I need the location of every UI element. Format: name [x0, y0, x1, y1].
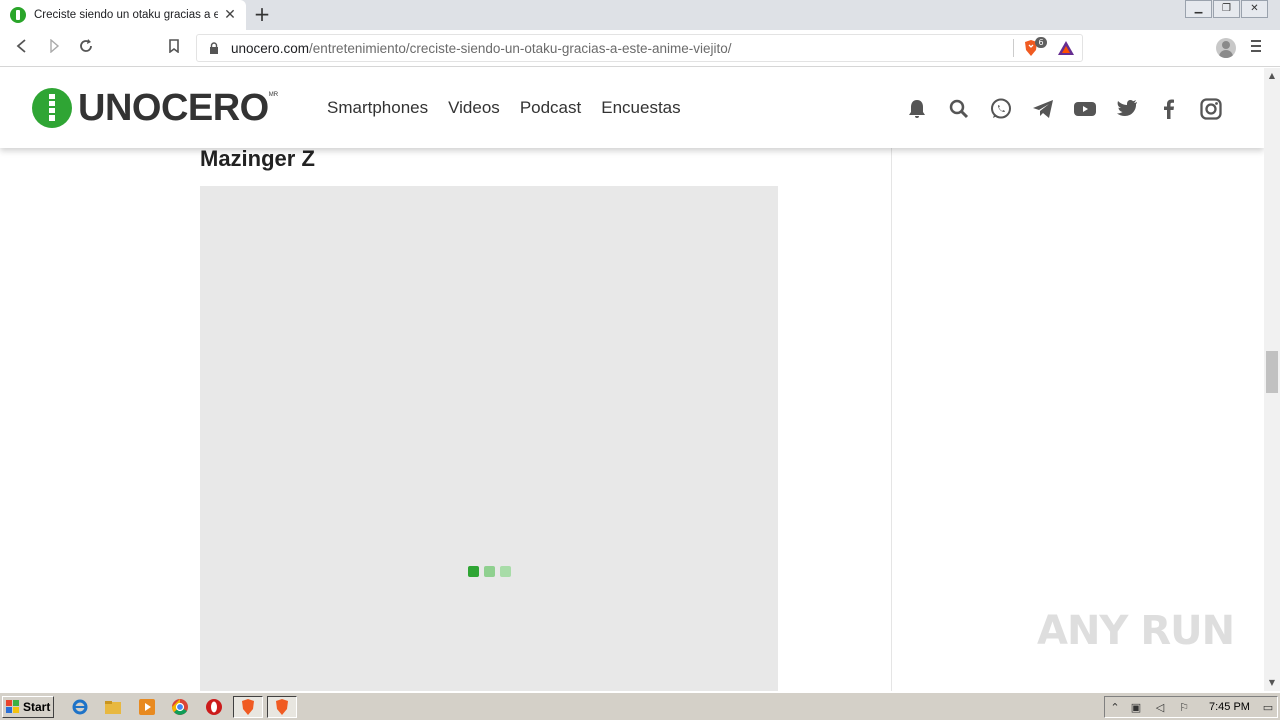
internet-explorer-icon[interactable] [71, 698, 89, 716]
unocero-logo[interactable]: UNOCERO MR [32, 88, 278, 128]
action-center-flag-icon[interactable]: ⚐ [1177, 701, 1191, 715]
close-window-icon[interactable]: ✕ [1241, 0, 1268, 18]
browser-menu-icon[interactable] [1251, 40, 1263, 54]
forward-icon[interactable] [44, 38, 64, 58]
windows-taskbar: Start ⌃ ▣ ◁ ⚐ 7:45 PM ▭ [0, 692, 1280, 720]
start-button[interactable]: Start [2, 696, 54, 718]
page-viewport: UNOCERO MR Smartphones Videos Podcast En… [0, 68, 1264, 691]
site-header: UNOCERO MR Smartphones Videos Podcast En… [0, 68, 1264, 148]
scrollbar-thumb[interactable] [1266, 351, 1278, 393]
brave-rewards-icon[interactable] [1057, 40, 1075, 56]
brave-icon [242, 699, 254, 715]
youtube-icon[interactable] [1072, 96, 1098, 122]
system-tray: ⌃ ▣ ◁ ⚐ 7:45 PM ▭ [1104, 696, 1278, 718]
chrome-icon[interactable] [171, 698, 189, 716]
loader-dot [484, 566, 495, 577]
start-label: Start [23, 700, 51, 714]
shield-count-badge: 6 [1035, 37, 1047, 48]
tab-title: Creciste siendo un otaku gracias a este … [34, 9, 218, 21]
nav-smartphones[interactable]: Smartphones [327, 98, 428, 118]
unocero-logo-icon [32, 88, 72, 128]
url-text: unocero.com/entretenimiento/creciste-sie… [231, 41, 731, 56]
windows-flag-icon [6, 700, 20, 714]
minimize-icon[interactable]: ▁ [1185, 0, 1212, 18]
browser-tab[interactable]: Creciste siendo un otaku gracias a este … [0, 0, 246, 30]
video-embed-placeholder[interactable] [200, 186, 778, 691]
loader-dot [500, 566, 511, 577]
loader-dot [468, 566, 479, 577]
window-controls: ▁ ❐ ✕ [1184, 0, 1268, 18]
twitter-icon[interactable] [1114, 96, 1140, 122]
opera-icon[interactable] [205, 698, 223, 716]
telegram-icon[interactable] [1030, 96, 1056, 122]
brave-icon [276, 699, 288, 715]
unocero-favicon-icon [10, 7, 26, 23]
close-tab-icon[interactable]: ✕ [222, 7, 238, 23]
taskbar-brave-window-1[interactable] [233, 696, 263, 718]
media-player-icon[interactable] [138, 698, 156, 716]
omnibox-divider [1013, 39, 1014, 57]
taskbar-clock[interactable]: 7:45 PM [1209, 701, 1250, 713]
instagram-icon[interactable] [1198, 96, 1224, 122]
nav-podcast[interactable]: Podcast [520, 98, 581, 118]
profile-icon[interactable] [1216, 38, 1236, 58]
new-tab-button[interactable]: + [252, 4, 272, 24]
url-path: /entretenimiento/creciste-siendo-un-otak… [309, 41, 732, 56]
url-host: unocero.com [231, 41, 310, 56]
tab-strip: Creciste siendo un otaku gracias a este … [0, 0, 1280, 30]
anyrun-watermark: ANY RUN [1037, 608, 1235, 654]
page-scrollbar[interactable]: ▲ ▼ [1264, 68, 1280, 691]
logo-trademark: MR [268, 92, 279, 98]
tray-expand-icon[interactable]: ⌃ [1108, 701, 1122, 715]
logo-text: UNOCERO [78, 87, 269, 129]
file-explorer-icon[interactable] [104, 698, 122, 716]
show-desktop-icon[interactable]: ▭ [1261, 701, 1275, 715]
back-icon[interactable] [12, 38, 32, 58]
address-bar[interactable]: unocero.com/entretenimiento/creciste-sie… [196, 34, 1083, 62]
search-icon[interactable] [946, 96, 972, 122]
lock-icon [210, 42, 218, 54]
loading-indicator [468, 566, 516, 577]
sidebar-divider [891, 148, 892, 691]
facebook-icon[interactable] [1156, 96, 1182, 122]
scroll-up-icon[interactable]: ▲ [1264, 68, 1280, 84]
section-title: Mazinger Z [200, 146, 315, 171]
scroll-down-icon[interactable]: ▼ [1264, 675, 1280, 691]
main-nav: Smartphones Videos Podcast Encuestas [327, 98, 701, 118]
bookmark-icon[interactable] [164, 38, 184, 58]
header-icons [904, 96, 1240, 122]
network-icon[interactable]: ▣ [1129, 701, 1143, 715]
whatsapp-icon[interactable] [988, 96, 1014, 122]
restore-icon[interactable]: ❐ [1213, 0, 1240, 18]
nav-encuestas[interactable]: Encuestas [601, 98, 680, 118]
bell-icon[interactable] [904, 96, 930, 122]
reload-icon[interactable] [76, 38, 96, 58]
taskbar-brave-window-2[interactable] [267, 696, 297, 718]
browser-toolbar: unocero.com/entretenimiento/creciste-sie… [0, 30, 1280, 67]
volume-icon[interactable]: ◁ [1153, 701, 1167, 715]
nav-videos[interactable]: Videos [448, 98, 500, 118]
